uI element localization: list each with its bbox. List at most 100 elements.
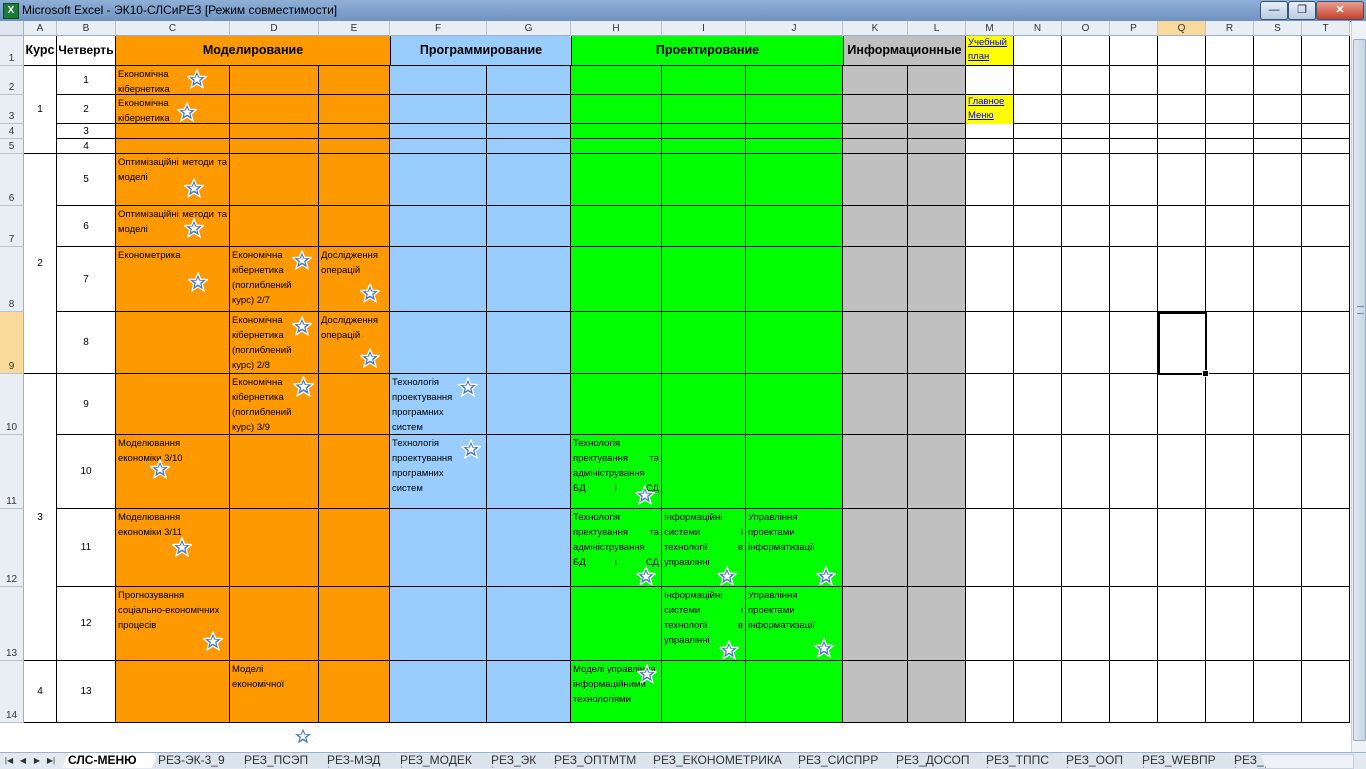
cell-R12[interactable] <box>1206 509 1254 587</box>
close-button[interactable]: ✕ <box>1316 1 1364 20</box>
cell-R13[interactable] <box>1206 587 1254 661</box>
star-icon[interactable] <box>292 250 312 270</box>
cell-J3[interactable] <box>746 95 843 124</box>
cell-D7[interactable] <box>230 206 319 247</box>
cell-S8[interactable] <box>1254 247 1302 312</box>
cell-M2[interactable] <box>966 66 1014 95</box>
cell-F8[interactable] <box>390 247 487 312</box>
cell-R1[interactable] <box>1206 36 1254 66</box>
cell-R8[interactable] <box>1206 247 1254 312</box>
cell-N14[interactable] <box>1014 661 1062 723</box>
quarter-cell[interactable]: 11 <box>57 509 116 587</box>
next-sheet-nav-icon[interactable]: ▶ <box>32 755 42 767</box>
row-header-14[interactable]: 14 <box>0 661 24 723</box>
restore-button[interactable]: ❐ <box>1288 1 1316 20</box>
cell-P13[interactable] <box>1110 587 1158 661</box>
star-icon[interactable] <box>719 640 739 660</box>
cell-T2[interactable] <box>1302 66 1350 95</box>
active-cell-selection[interactable] <box>1158 312 1209 377</box>
quarter-cell[interactable]: 7 <box>57 247 116 312</box>
column-header-F[interactable]: F <box>390 21 487 36</box>
cell-S4[interactable] <box>1254 124 1302 139</box>
star-icon[interactable] <box>293 726 313 746</box>
cell-D13[interactable] <box>230 587 319 661</box>
cell-I14[interactable] <box>662 661 746 723</box>
sheet-tab[interactable]: РЕЗ_ТППС <box>980 753 1068 768</box>
kurs-cell[interactable]: 4 <box>24 661 57 723</box>
cell-S7[interactable] <box>1254 206 1302 247</box>
quarter-cell[interactable]: 4 <box>57 139 116 154</box>
cell-R9[interactable] <box>1206 312 1254 374</box>
cell-T8[interactable] <box>1302 247 1350 312</box>
cell-Q7[interactable] <box>1158 206 1206 247</box>
header-chetvert[interactable]: Четверть <box>57 36 116 66</box>
cell-D4[interactable] <box>230 124 319 139</box>
cell-O14[interactable] <box>1062 661 1110 723</box>
link-main-menu[interactable]: Главное Меню <box>966 95 1014 125</box>
cell-E14[interactable] <box>319 661 390 723</box>
cell-G3[interactable] <box>487 95 571 124</box>
cell-O9[interactable] <box>1062 312 1110 374</box>
cell-J8[interactable] <box>746 247 843 312</box>
cell-G7[interactable] <box>487 206 571 247</box>
cell-J14[interactable] <box>746 661 843 723</box>
quarter-cell[interactable]: 10 <box>57 435 116 509</box>
column-header-R[interactable]: R <box>1206 21 1254 36</box>
cell-I9[interactable] <box>662 312 746 374</box>
cell-L12[interactable] <box>908 509 966 587</box>
cell-E11[interactable] <box>319 435 390 509</box>
cell-G13[interactable] <box>487 587 571 661</box>
cell-T1[interactable] <box>1302 36 1350 66</box>
star-icon[interactable] <box>172 537 192 557</box>
select-all-corner[interactable] <box>0 21 24 36</box>
course-cell[interactable]: Оптимізаційні методи та моделі <box>116 154 230 206</box>
cell-S11[interactable] <box>1254 435 1302 509</box>
cell-E10[interactable] <box>319 374 390 435</box>
cell-T7[interactable] <box>1302 206 1350 247</box>
cell-P6[interactable] <box>1110 154 1158 206</box>
horizontal-scrollbar[interactable] <box>1258 754 1354 769</box>
cell-C4[interactable] <box>116 124 230 139</box>
cell-O1[interactable] <box>1062 36 1110 66</box>
star-icon[interactable] <box>203 631 223 651</box>
cell-S2[interactable] <box>1254 66 1302 95</box>
cell-R11[interactable] <box>1206 435 1254 509</box>
cell-L7[interactable] <box>908 206 966 247</box>
quarter-cell[interactable]: 2 <box>57 95 116 124</box>
cell-O11[interactable] <box>1062 435 1110 509</box>
cell-E13[interactable] <box>319 587 390 661</box>
cell-P9[interactable] <box>1110 312 1158 374</box>
cell-S9[interactable] <box>1254 312 1302 374</box>
cell-D11[interactable] <box>230 435 319 509</box>
row-header-12[interactable]: 12 <box>0 509 24 587</box>
column-header-J[interactable]: J <box>746 21 843 36</box>
cell-T4[interactable] <box>1302 124 1350 139</box>
cell-L14[interactable] <box>908 661 966 723</box>
prev-sheet-nav-icon[interactable]: ◀ <box>18 755 28 767</box>
cell-C14[interactable] <box>116 661 230 723</box>
star-icon[interactable] <box>184 178 204 198</box>
cell-F12[interactable] <box>390 509 487 587</box>
cell-M11[interactable] <box>966 435 1014 509</box>
quarter-cell[interactable]: 3 <box>57 124 116 139</box>
cell-M9[interactable] <box>966 312 1014 374</box>
cell-E12[interactable] <box>319 509 390 587</box>
header-design[interactable]: Проектирование <box>572 36 844 66</box>
cell-H3[interactable] <box>571 95 662 124</box>
star-icon[interactable] <box>360 283 380 303</box>
column-header-K[interactable]: K <box>843 21 908 36</box>
cell-P7[interactable] <box>1110 206 1158 247</box>
cell-Q1[interactable] <box>1158 36 1206 66</box>
cell-O7[interactable] <box>1062 206 1110 247</box>
quarter-cell[interactable]: 9 <box>57 374 116 435</box>
cell-O10[interactable] <box>1062 374 1110 435</box>
cell-N6[interactable] <box>1014 154 1062 206</box>
cell-E4[interactable] <box>319 124 390 139</box>
cell-N13[interactable] <box>1014 587 1062 661</box>
row-header-7[interactable]: 7 <box>0 206 24 247</box>
sheet-tab[interactable]: СЛС-МЕНЮ <box>62 753 160 768</box>
row-header-1[interactable]: 1 <box>0 36 24 66</box>
cell-N10[interactable] <box>1014 374 1062 435</box>
star-icon[interactable] <box>816 566 836 586</box>
header-programming[interactable]: Программирование <box>391 36 572 66</box>
